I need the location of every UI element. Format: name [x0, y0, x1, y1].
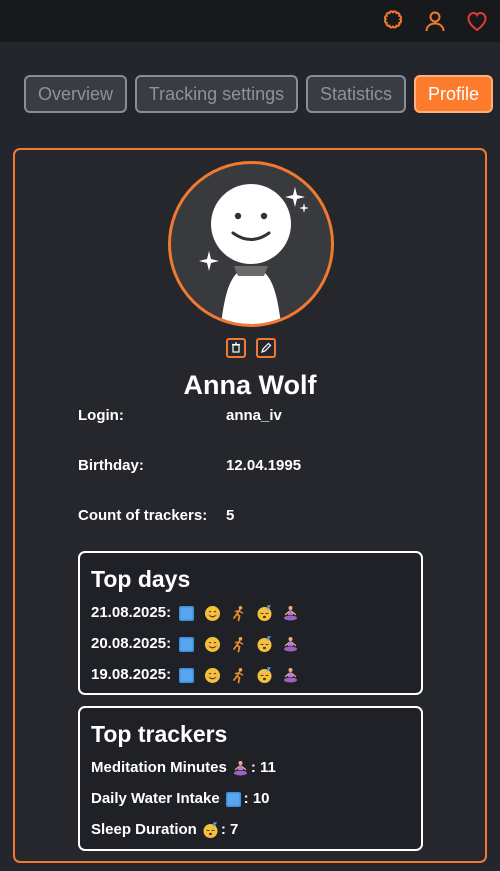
- trash-icon: [232, 342, 240, 353]
- birthday-value: 12.04.1995: [226, 457, 302, 474]
- runner-icon: [230, 667, 247, 684]
- tracker-name: Sleep Duration: [91, 821, 197, 838]
- top-day-row: 21.08.2025:: [91, 603, 299, 623]
- top-trackers-box: Top trackers Meditation Minutes : 11 Dai…: [78, 706, 423, 851]
- top-day-row: 20.08.2025:: [91, 634, 299, 654]
- top-day-row: 19.08.2025:: [91, 665, 299, 685]
- sleepy-icon: [256, 667, 273, 684]
- edit-avatar-button[interactable]: [256, 338, 276, 358]
- avatar-image: [199, 184, 309, 324]
- smile-icon: [204, 636, 221, 653]
- day-emoji-set: [178, 605, 299, 622]
- avatar: [168, 161, 334, 327]
- water-square-icon: [178, 605, 195, 622]
- tracker-name: Meditation Minutes: [91, 759, 227, 776]
- sleepy-icon: [256, 636, 273, 653]
- meditation-icon: [282, 667, 299, 684]
- delete-avatar-button[interactable]: [226, 338, 246, 358]
- tracker-count-value: 5: [226, 507, 235, 524]
- water-square-icon: [225, 791, 242, 808]
- meditation-icon: [282, 605, 299, 622]
- tracker-value: : 10: [243, 790, 270, 807]
- sleepy-icon: [256, 605, 273, 622]
- tracker-value: : 7: [220, 821, 239, 838]
- heart-icon[interactable]: [465, 9, 489, 33]
- tracker-count-label: Count of trackers:: [78, 507, 208, 524]
- water-square-icon: [178, 636, 195, 653]
- top-tracker-row: Daily Water Intake : 10: [91, 789, 270, 809]
- top-day-date: 19.08.2025:: [91, 666, 172, 683]
- sleepy-icon: [202, 822, 219, 839]
- day-emoji-set: [178, 667, 299, 684]
- tab-tracking-settings[interactable]: Tracking settings: [135, 75, 298, 113]
- user-icon[interactable]: [423, 9, 447, 33]
- login-value: anna_iv: [226, 407, 282, 424]
- profile-name: Anna Wolf: [183, 370, 317, 400]
- smile-icon: [204, 667, 221, 684]
- meditation-icon: [282, 636, 299, 653]
- tab-bar: Overview Tracking settings Statistics Pr…: [0, 75, 500, 115]
- tab-profile[interactable]: Profile: [414, 75, 493, 113]
- top-trackers-title: Top trackers: [91, 721, 228, 747]
- tracker-value: : 11: [250, 759, 276, 776]
- top-bar: [0, 0, 500, 42]
- tab-overview[interactable]: Overview: [24, 75, 127, 113]
- top-day-date: 21.08.2025:: [91, 604, 172, 621]
- smile-icon: [204, 605, 221, 622]
- login-label: Login:: [78, 407, 124, 424]
- top-days-box: Top days 21.08.2025: 20.08.2025: 19.08.2…: [78, 551, 423, 695]
- runner-icon: [230, 636, 247, 653]
- top-tracker-row: Meditation Minutes : 11: [91, 758, 276, 778]
- birthday-label: Birthday:: [78, 457, 144, 474]
- top-day-date: 20.08.2025:: [91, 635, 172, 652]
- runner-icon: [230, 605, 247, 622]
- tracker-name: Daily Water Intake: [91, 790, 220, 807]
- top-days-title: Top days: [91, 566, 191, 592]
- tab-statistics[interactable]: Statistics: [306, 75, 406, 113]
- settings-icon[interactable]: [381, 9, 405, 33]
- pencil-icon: [261, 342, 272, 353]
- day-emoji-set: [178, 636, 299, 653]
- top-tracker-row: Sleep Duration : 7: [91, 820, 238, 840]
- water-square-icon: [178, 667, 195, 684]
- meditation-icon: [232, 760, 249, 777]
